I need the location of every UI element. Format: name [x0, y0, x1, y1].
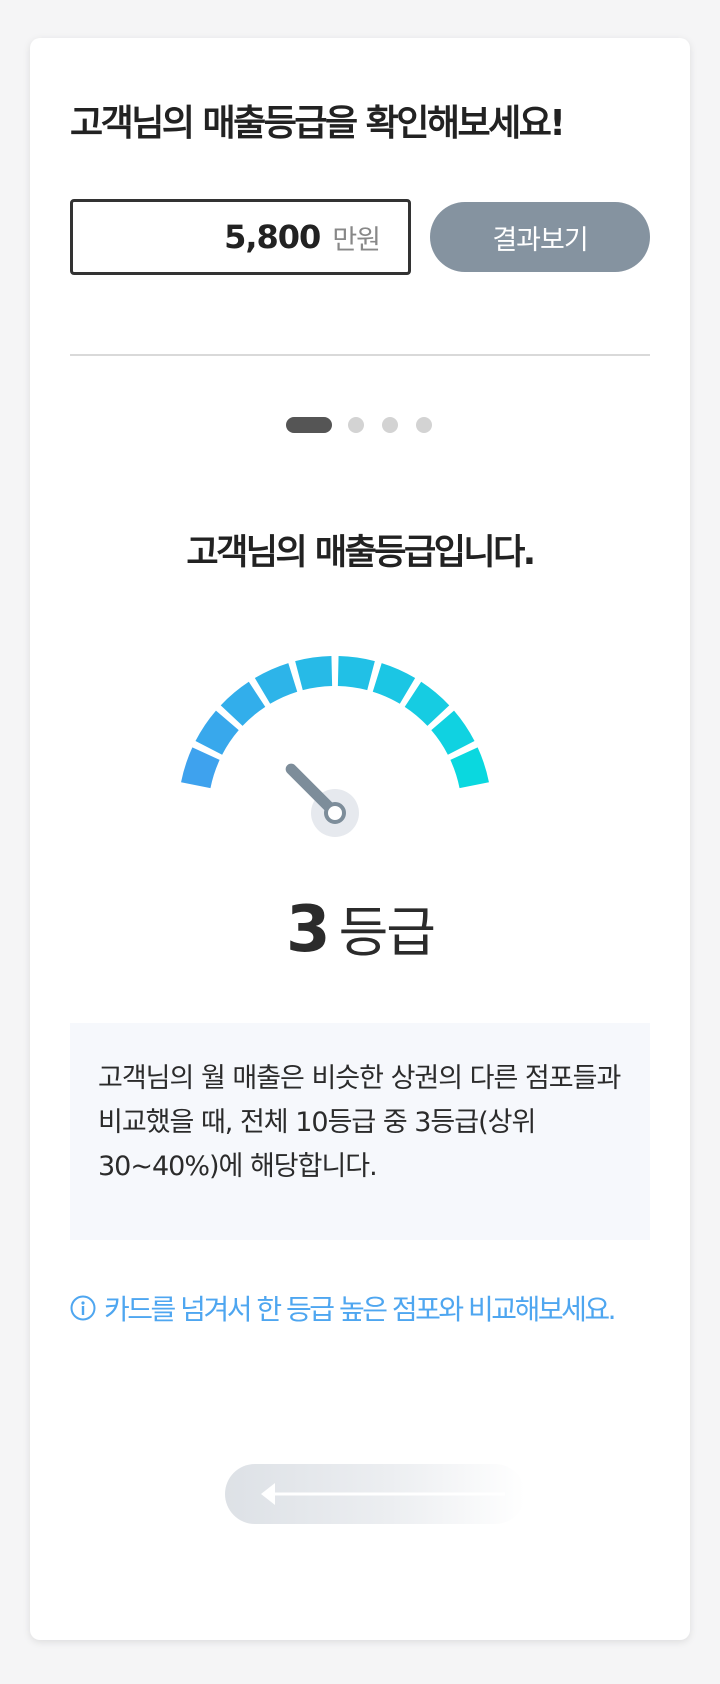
- gauge-hub: [324, 802, 346, 824]
- gauge-segment: [404, 681, 450, 726]
- gauge-segment: [254, 663, 298, 704]
- page-indicator-active[interactable]: [286, 417, 332, 433]
- gauge-segment: [295, 656, 333, 691]
- divider: [70, 354, 650, 356]
- gauge-segment: [337, 656, 375, 691]
- result-subtitle: 고객님의 매출등급입니다.: [186, 533, 536, 573]
- grade-description: 고객님의 월 매출은 비슷한 상권의 다른 점포들과 비교했을 때, 전체 10…: [98, 1063, 621, 1182]
- grade-display: 3 등급: [30, 888, 690, 967]
- view-result-button[interactable]: 결과보기: [430, 202, 650, 272]
- page-indicator-dot[interactable]: [382, 417, 398, 433]
- swipe-tip: 카드를 넘겨서 한 등급 높은 점포와 비교해보세요.: [70, 1288, 670, 1328]
- grade-unit: 등급: [338, 901, 436, 964]
- gauge-segment: [450, 747, 489, 789]
- sales-input-unit: 만원: [332, 224, 381, 256]
- grade-gauge: [181, 656, 489, 837]
- gauge-segment: [431, 710, 475, 755]
- page-indicator-dot[interactable]: [416, 417, 432, 433]
- gauge-segment: [195, 710, 239, 755]
- sales-input-value: 5,800: [224, 218, 321, 256]
- grade-description-box: 고객님의 월 매출은 비슷한 상권의 다른 점포들과 비교했을 때, 전체 10…: [70, 1023, 650, 1240]
- gauge-segment: [372, 663, 416, 704]
- gauge-segments: [181, 656, 489, 789]
- page-indicator-dot[interactable]: [348, 417, 364, 433]
- swipe-hint[interactable]: [225, 1464, 525, 1524]
- arrow-left-icon: [261, 1483, 505, 1505]
- grade-card[interactable]: 고객님의 매출등급을 확인해보세요! 5,800 만원 결과보기 고객님의 매출…: [30, 38, 690, 1640]
- swipe-tip-text: 카드를 넘겨서 한 등급 높은 점포와 비교해보세요.: [104, 1293, 617, 1326]
- info-icon: [70, 1295, 96, 1321]
- sales-input[interactable]: 5,800 만원: [70, 199, 411, 275]
- page-indicator: [286, 417, 450, 433]
- gauge-segment: [220, 681, 266, 726]
- page-title: 고객님의 매출등급을 확인해보세요!: [70, 103, 566, 144]
- gauge-segment: [181, 747, 220, 789]
- grade-number: 3: [286, 893, 331, 967]
